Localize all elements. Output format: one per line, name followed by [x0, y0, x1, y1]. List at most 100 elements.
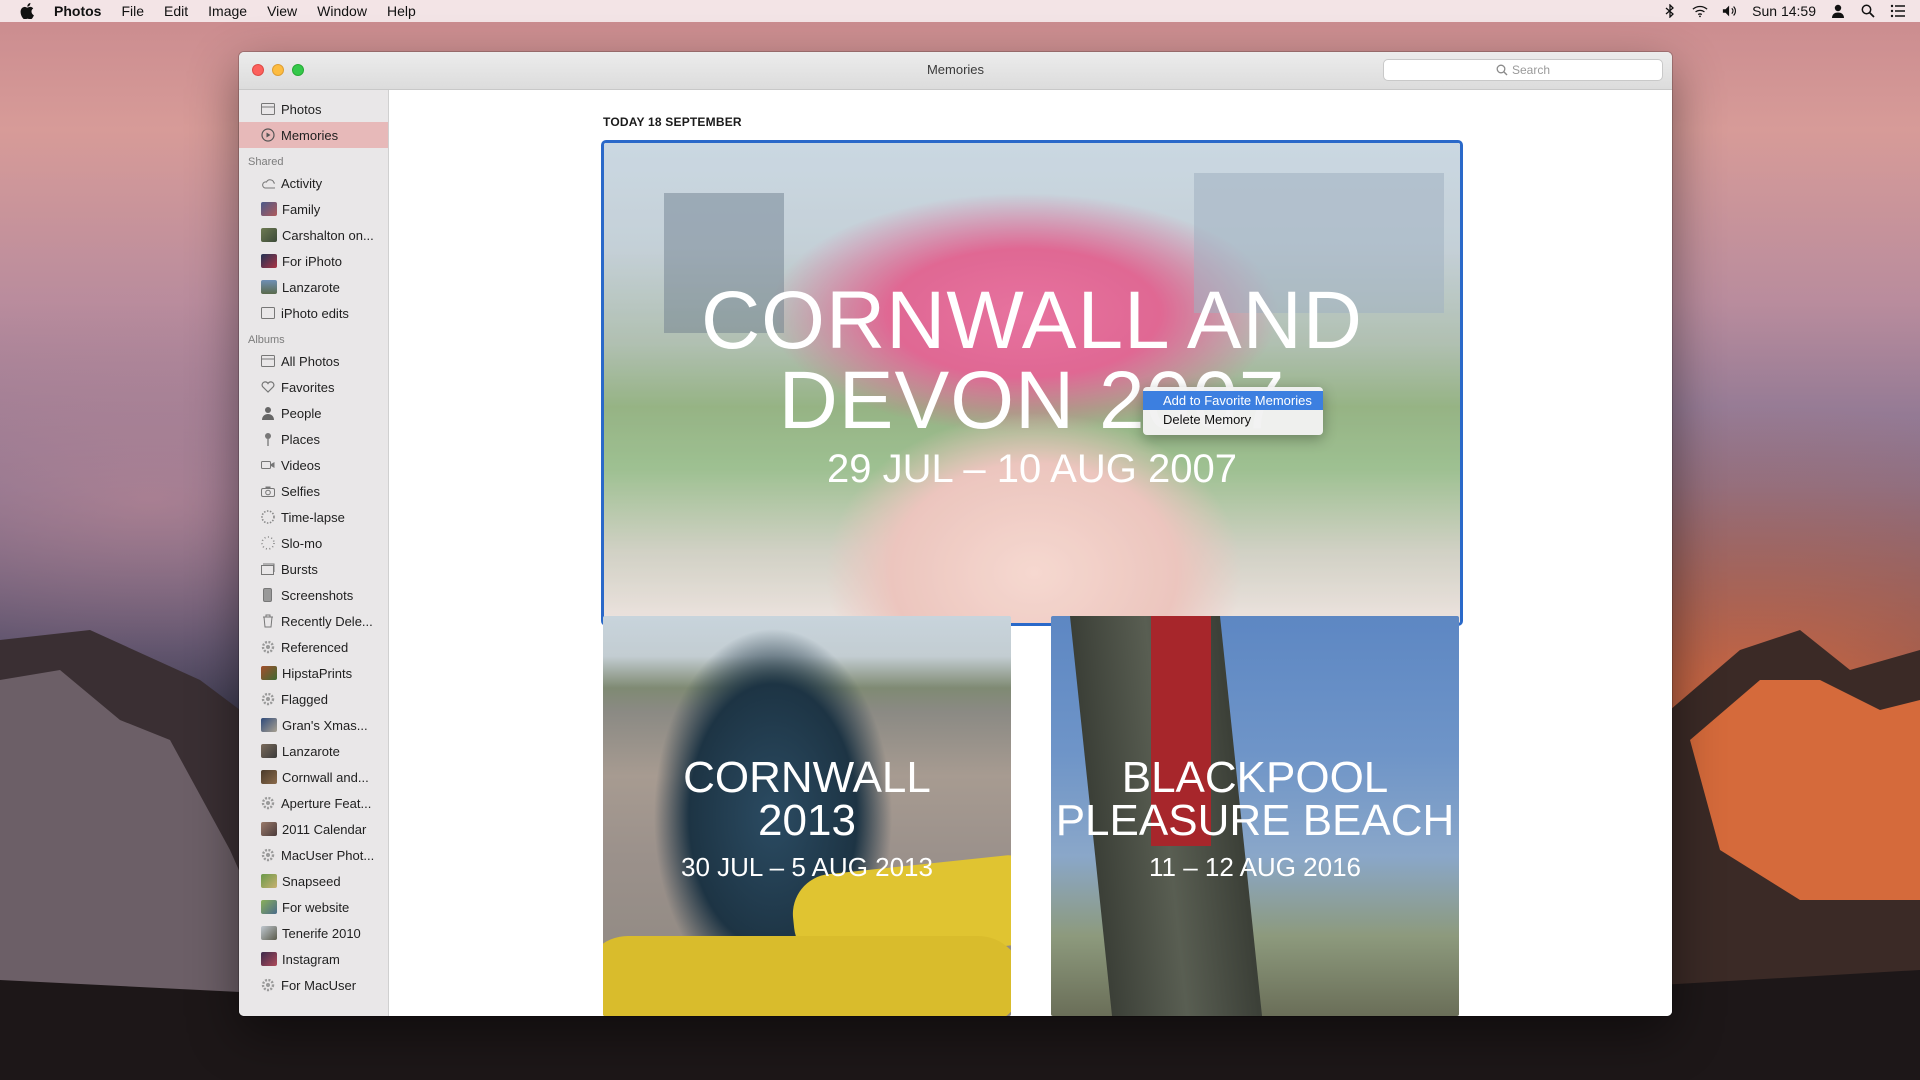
- menu-view[interactable]: View: [267, 3, 297, 19]
- sidebar-item-label: Selfies: [281, 483, 321, 499]
- sidebar-item-for-website[interactable]: For website: [239, 894, 388, 920]
- title-bar[interactable]: Memories Search: [239, 52, 1672, 90]
- trash-icon: [261, 614, 275, 628]
- memory-title-line1: CORNWALL: [683, 753, 931, 802]
- volume-icon[interactable]: [1722, 3, 1738, 19]
- sidebar-item-instagram[interactable]: Instagram: [239, 946, 388, 972]
- menu-help[interactable]: Help: [387, 3, 416, 19]
- album-thumbnail: [261, 770, 277, 784]
- sidebar-item-tenerife-2010[interactable]: Tenerife 2010: [239, 920, 388, 946]
- sidebar-item-cornwall-and[interactable]: Cornwall and...: [239, 764, 388, 790]
- sidebar-item-slo-mo[interactable]: Slo-mo: [239, 530, 388, 556]
- memory-card[interactable]: BLACKPOOL PLEASURE BEACH 11 – 12 AUG 201…: [1051, 616, 1459, 1016]
- memory-photo: [603, 936, 1011, 1016]
- album-thumbnail: [261, 822, 277, 836]
- memory-title-line2: 2013: [758, 796, 856, 845]
- sidebar-item-iphoto-edits[interactable]: iPhoto edits: [239, 300, 388, 326]
- sidebar-item-snapseed[interactable]: Snapseed: [239, 868, 388, 894]
- gear-icon: [261, 692, 275, 706]
- sidebar-item-family[interactable]: Family: [239, 196, 388, 222]
- album-thumbnail: [261, 874, 277, 888]
- sidebar-item-label: Family: [282, 201, 321, 217]
- bluetooth-icon[interactable]: [1662, 3, 1678, 19]
- album-thumbnail: [261, 280, 277, 294]
- sidebar-item-people[interactable]: People: [239, 400, 388, 426]
- sidebar-item-label: For website: [282, 899, 350, 915]
- sidebar-item-label: Snapseed: [282, 873, 341, 889]
- sidebar-item-flagged[interactable]: Flagged: [239, 686, 388, 712]
- menu-edit[interactable]: Edit: [164, 3, 188, 19]
- sidebar-item-label: People: [281, 405, 322, 421]
- sidebar-item-for-iphoto[interactable]: For iPhoto: [239, 248, 388, 274]
- apple-menu-icon[interactable]: [20, 3, 36, 19]
- sidebar-item-activity[interactable]: Activity: [239, 170, 388, 196]
- memory-title: CORNWALL AND DEVON 2007: [604, 280, 1460, 442]
- sidebar-item-label: Cornwall and...: [282, 769, 369, 785]
- sidebar-item-time-lapse[interactable]: Time-lapse: [239, 504, 388, 530]
- sidebar-item-macuser-phot[interactable]: MacUser Phot...: [239, 842, 388, 868]
- menu-window[interactable]: Window: [317, 3, 367, 19]
- sidebar-item-label: HipstaPrints: [282, 665, 353, 681]
- timelapse-icon: [261, 510, 275, 524]
- sidebar-item-memories[interactable]: Memories: [239, 122, 388, 148]
- sidebar-item-photos[interactable]: Photos: [239, 96, 388, 122]
- spotlight-icon[interactable]: [1860, 3, 1876, 19]
- cloud-icon: [261, 176, 275, 190]
- sidebar-item-favorites[interactable]: Favorites: [239, 374, 388, 400]
- sidebar-item-lanzarote-shared[interactable]: Lanzarote: [239, 274, 388, 300]
- search-icon: [1496, 64, 1508, 76]
- sidebar-item-label: Flagged: [281, 691, 328, 707]
- sidebar-item-label: Time-lapse: [281, 509, 345, 525]
- sidebar-item-referenced[interactable]: Referenced: [239, 634, 388, 660]
- album-thumbnail: [261, 666, 277, 680]
- photos-window: Memories Search Photos Memories Shared A…: [239, 52, 1672, 1016]
- menu-image[interactable]: Image: [208, 3, 247, 19]
- sidebar-item-2011-calendar[interactable]: 2011 Calendar: [239, 816, 388, 842]
- sidebar-item-screenshots[interactable]: Screenshots: [239, 582, 388, 608]
- desktop: { "menubar": { "app_name": "Photos", "me…: [0, 0, 1920, 1080]
- sidebar-item-for-macuser[interactable]: For MacUser: [239, 972, 388, 998]
- sidebar-item-places[interactable]: Places: [239, 426, 388, 452]
- sidebar-item-label: Bursts: [281, 561, 318, 577]
- video-icon: [261, 458, 275, 472]
- sidebar-item-selfies[interactable]: Selfies: [239, 478, 388, 504]
- album-icon: [261, 354, 275, 368]
- delete-memory-menu-item[interactable]: Delete Memory: [1143, 410, 1323, 429]
- album-icon: [261, 306, 275, 320]
- sidebar-item-all-photos[interactable]: All Photos: [239, 348, 388, 374]
- sidebar-item-recently-deleted[interactable]: Recently Dele...: [239, 608, 388, 634]
- sidebar-item-label: Places: [281, 431, 321, 447]
- album-thumbnail: [261, 228, 277, 242]
- sidebar-item-grans-xmas[interactable]: Gran's Xmas...: [239, 712, 388, 738]
- memory-dates: 29 JUL – 10 AUG 2007: [827, 447, 1237, 491]
- sidebar-item-label: All Photos: [281, 353, 340, 369]
- sidebar-item-carshalton[interactable]: Carshalton on...: [239, 222, 388, 248]
- sidebar-item-label: MacUser Phot...: [281, 847, 375, 863]
- clock[interactable]: Sun 14:59: [1752, 3, 1816, 19]
- menu-app-name[interactable]: Photos: [54, 3, 101, 19]
- sidebar-item-lanzarote[interactable]: Lanzarote: [239, 738, 388, 764]
- user-icon[interactable]: [1830, 3, 1846, 19]
- menu-file[interactable]: File: [121, 3, 144, 19]
- slomo-icon: [261, 536, 275, 550]
- sidebar-item-videos[interactable]: Videos: [239, 452, 388, 478]
- search-input[interactable]: Search: [1383, 59, 1663, 81]
- memory-card-selected[interactable]: CORNWALL AND DEVON 2007 29 JUL – 10 AUG …: [601, 140, 1463, 626]
- album-thumbnail: [261, 952, 277, 966]
- sidebar-item-aperture-feat[interactable]: Aperture Feat...: [239, 790, 388, 816]
- album-thumbnail: [261, 718, 277, 732]
- sidebar-section-albums: Albums: [248, 334, 285, 346]
- gear-icon: [261, 796, 275, 810]
- gear-icon: [261, 978, 275, 992]
- sidebar-item-label: Instagram: [282, 951, 340, 967]
- sidebar-item-label: Memories: [281, 127, 339, 143]
- memory-dates: 11 – 12 AUG 2016: [1148, 852, 1361, 882]
- memory-card[interactable]: CORNWALL 2013 30 JUL – 5 AUG 2013: [603, 616, 1011, 1016]
- notification-center-icon[interactable]: [1890, 3, 1906, 19]
- gear-icon: [261, 848, 275, 862]
- sidebar-item-bursts[interactable]: Bursts: [239, 556, 388, 582]
- add-to-favorite-memories-menu-item[interactable]: Add to Favorite Memories: [1143, 391, 1323, 410]
- wifi-icon[interactable]: [1692, 3, 1708, 19]
- screenshot-icon: [261, 588, 275, 602]
- sidebar-item-hipstaprints[interactable]: HipstaPrints: [239, 660, 388, 686]
